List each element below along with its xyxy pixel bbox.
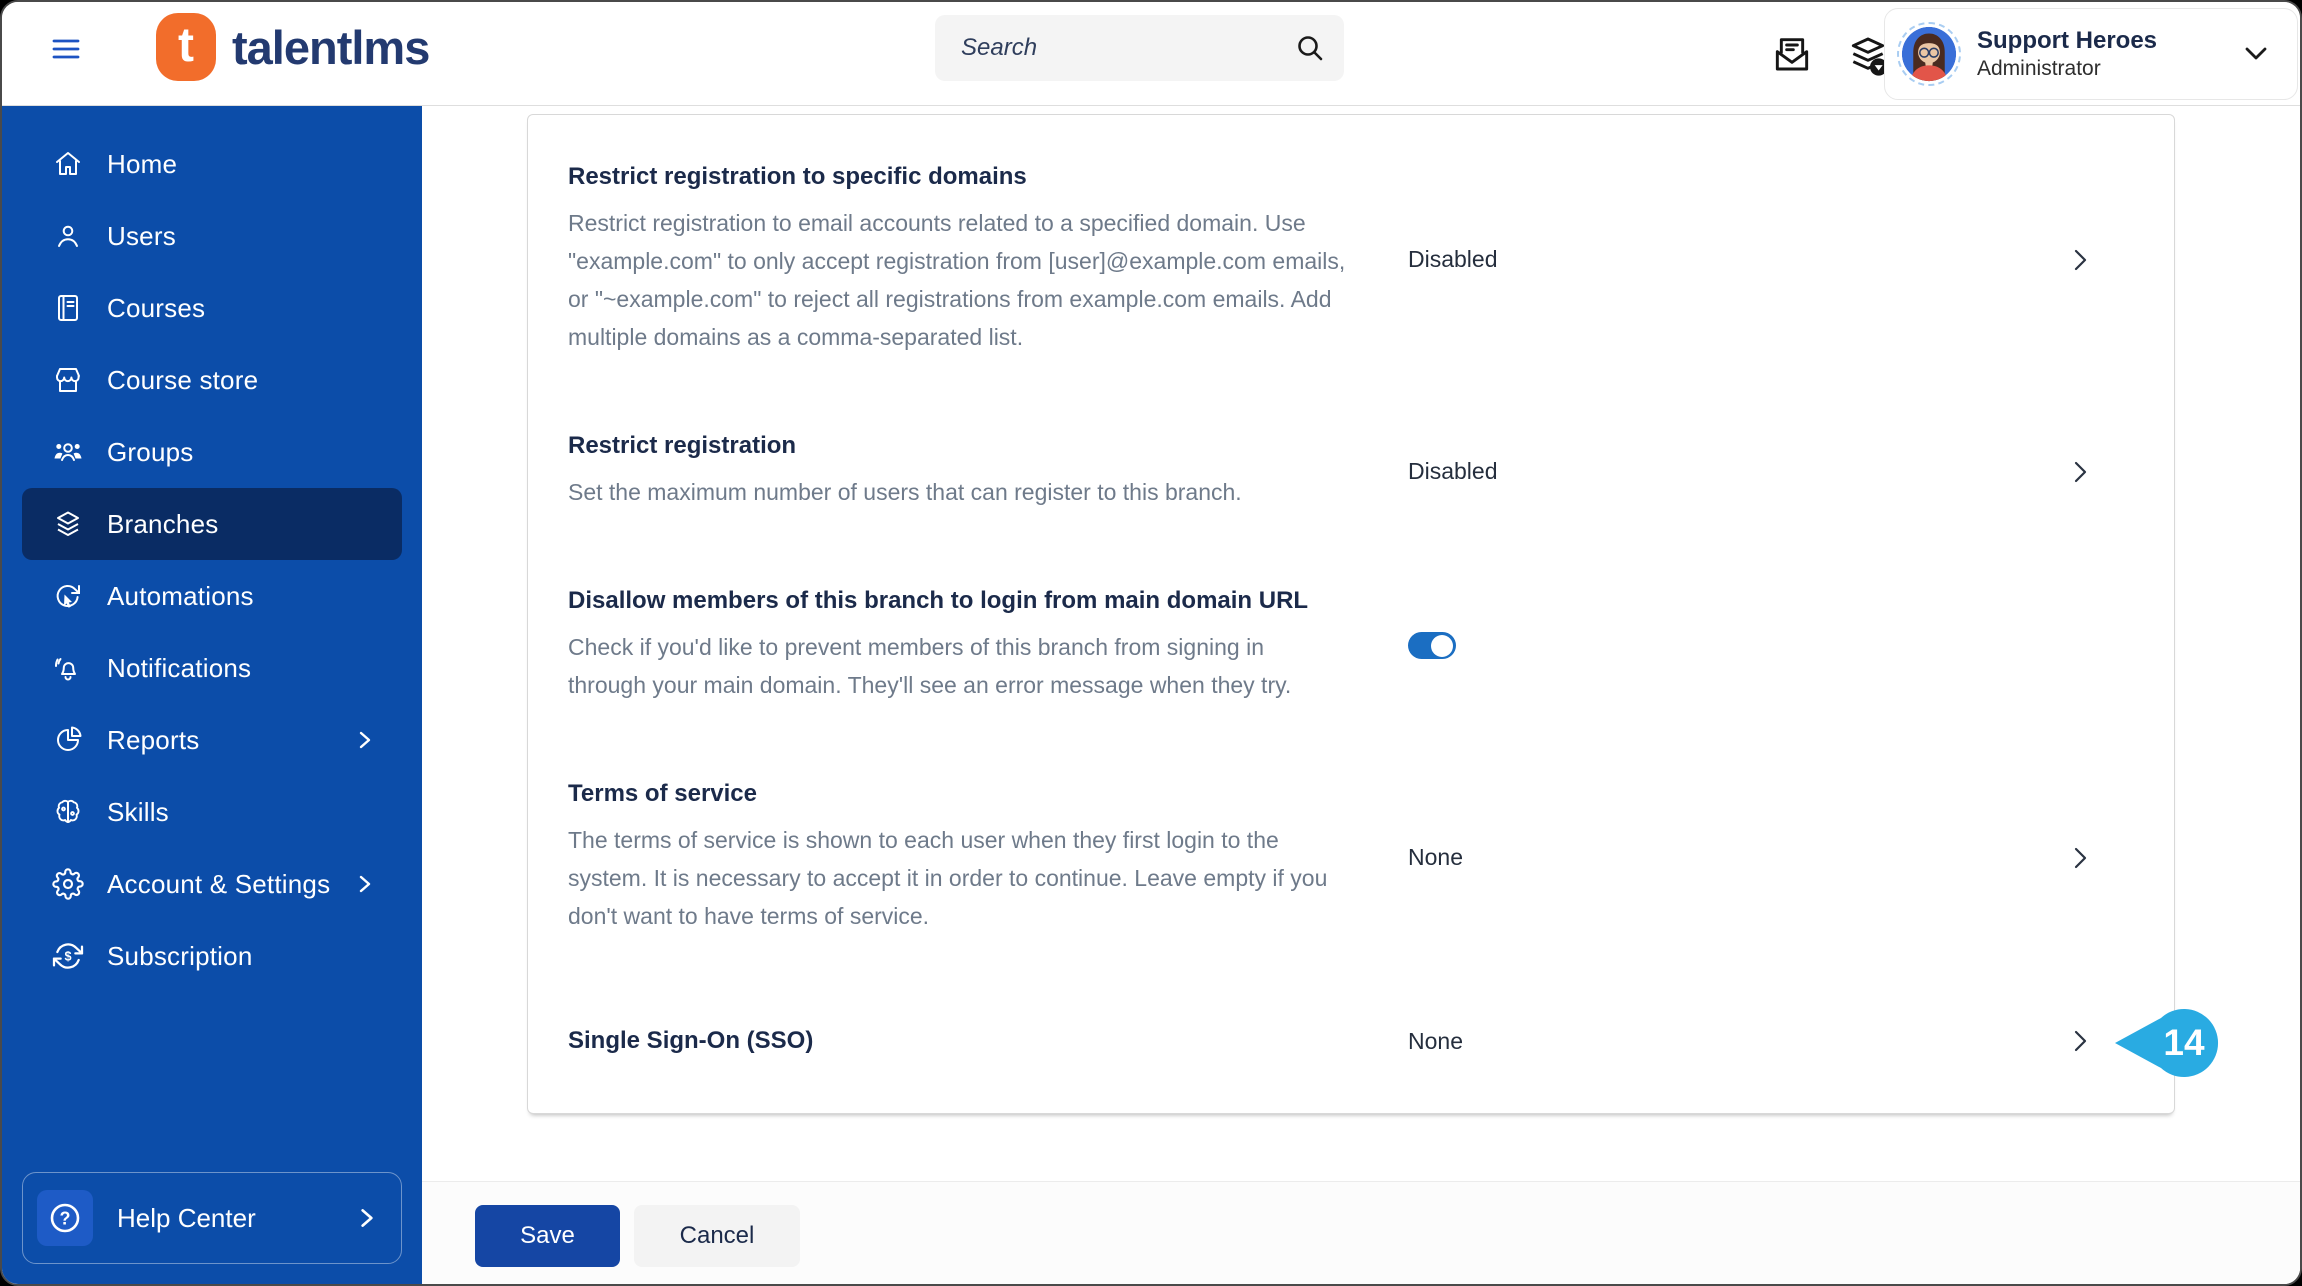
sidebar-item-courses[interactable]: Courses <box>22 272 402 344</box>
setting-title: Restrict registration to specific domain… <box>568 163 1027 190</box>
svg-text:$: $ <box>64 950 71 964</box>
form-footer: Save Cancel <box>422 1181 2300 1284</box>
branch-settings-card: Restrict registration to specific domain… <box>527 114 2219 1114</box>
sidebar-item-home[interactable]: Home <box>22 128 402 200</box>
search-input[interactable] <box>961 34 1294 62</box>
chevron-right-icon[interactable] <box>2066 1027 2094 1055</box>
svg-text:?: ? <box>60 1209 71 1229</box>
renewal-icon: $ <box>51 939 85 973</box>
sidebar: Home Users Courses Course store Groups B… <box>2 106 422 1284</box>
setting-description: Check if you'd like to prevent members o… <box>568 634 1292 698</box>
setting-title: Terms of service <box>568 780 757 807</box>
brain-icon <box>51 795 85 829</box>
setting-description: Set the maximum number of users that can… <box>568 479 1242 505</box>
cancel-button[interactable]: Cancel <box>634 1205 800 1267</box>
avatar <box>1897 22 1961 86</box>
setting-value: Disabled <box>1408 246 1498 272</box>
sidebar-item-notifications[interactable]: Notifications <box>22 632 402 704</box>
save-button[interactable]: Save <box>475 1205 620 1267</box>
bell-icon <box>51 651 85 685</box>
help-center-button[interactable]: ? Help Center <box>22 1172 402 1264</box>
message-inbox-icon[interactable] <box>1768 31 1816 79</box>
user-menu[interactable]: Support Heroes Administrator <box>1884 8 2298 100</box>
setting-title: Restrict registration <box>568 432 797 459</box>
step-badge-pointer: 14 <box>2112 1005 2220 1081</box>
user-role: Administrator <box>1977 57 2101 81</box>
sidebar-item-groups[interactable]: Groups <box>22 416 402 488</box>
group-icon <box>51 435 85 469</box>
setting-row-restrict-domains[interactable]: Restrict registration to specific domain… <box>528 115 2174 394</box>
user-name: Support Heroes <box>1977 26 2158 54</box>
question-circle-icon: ? <box>37 1190 93 1246</box>
top-header: t talentlms Search Support Heroes Admini… <box>2 2 2300 106</box>
logo-icon: t <box>156 13 216 81</box>
hamburger-icon[interactable] <box>52 38 80 60</box>
setting-description: The terms of service is shown to each us… <box>568 827 1328 929</box>
gear-icon <box>51 867 85 901</box>
sidebar-item-users[interactable]: Users <box>22 200 402 272</box>
chevron-right-icon[interactable] <box>2066 458 2094 486</box>
automation-icon <box>51 579 85 613</box>
main-panel: Restrict registration to specific domain… <box>422 106 2300 1284</box>
sidebar-item-subscription[interactable]: $ Subscription <box>22 920 402 992</box>
setting-description: Restrict registration to email accounts … <box>568 210 1346 350</box>
setting-title: Disallow members of this branch to login… <box>568 587 1309 614</box>
setting-value: None <box>1408 844 1463 870</box>
sidebar-item-branches[interactable]: Branches <box>22 488 402 560</box>
setting-value: Disabled <box>1408 458 1498 484</box>
sidebar-item-automations[interactable]: Automations <box>22 560 402 632</box>
chevron-right-icon <box>354 873 376 895</box>
storefront-icon <box>51 363 85 397</box>
setting-row-sso[interactable]: Single Sign-On (SSO) None 14 <box>528 973 2219 1113</box>
setting-row-restrict-registration[interactable]: Restrict registration Set the maximum nu… <box>528 394 2174 549</box>
search-icon[interactable] <box>1294 32 1326 64</box>
chevron-down-icon[interactable] <box>2241 44 2271 64</box>
setting-row-disallow-main-domain-login: Disallow members of this branch to login… <box>528 549 2174 742</box>
layers-switch-icon[interactable] <box>1840 31 1888 79</box>
setting-title: Single Sign-On (SSO) <box>568 1027 814 1054</box>
setting-value: None <box>1408 1027 1463 1054</box>
layers-icon <box>51 507 85 541</box>
chevron-right-icon <box>355 1206 379 1230</box>
sidebar-item-account-settings[interactable]: Account & Settings <box>22 848 402 920</box>
logo-wordmark: talentlms <box>232 20 430 74</box>
search-box <box>935 15 1344 81</box>
sidebar-item-skills[interactable]: Skills <box>22 776 402 848</box>
user-icon <box>51 219 85 253</box>
disallow-login-toggle[interactable] <box>1408 632 1456 659</box>
chevron-right-icon <box>354 729 376 751</box>
setting-row-terms-of-service[interactable]: Terms of service The terms of service is… <box>528 742 2174 973</box>
chevron-right-icon[interactable] <box>2066 844 2094 872</box>
app-window: t talentlms Search Support Heroes Admini… <box>0 0 2302 1286</box>
sidebar-item-course-store[interactable]: Course store <box>22 344 402 416</box>
book-icon <box>51 291 85 325</box>
svg-text:14: 14 <box>2163 1022 2205 1063</box>
sidebar-item-reports[interactable]: Reports <box>22 704 402 776</box>
pie-chart-icon <box>51 723 85 757</box>
app-logo[interactable]: t talentlms <box>156 13 430 81</box>
chevron-right-icon[interactable] <box>2066 246 2094 274</box>
home-icon <box>51 147 85 181</box>
